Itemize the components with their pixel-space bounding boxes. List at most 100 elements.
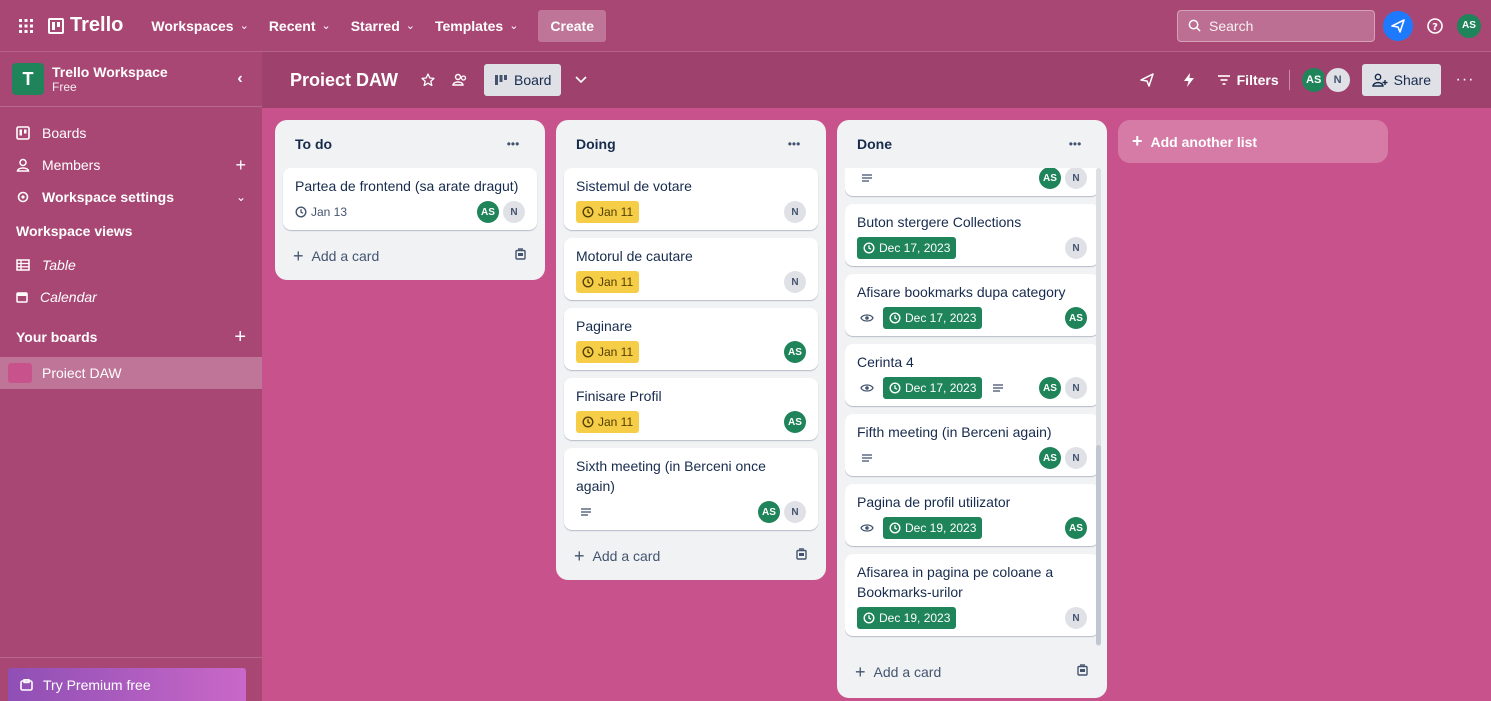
- card[interactable]: Afisare bookmarks dupa category Dec 17, …: [845, 274, 1099, 336]
- card-member-avatar[interactable]: AS: [477, 201, 499, 223]
- chevron-down-icon[interactable]: [567, 66, 595, 94]
- card-member-avatar[interactable]: AS: [784, 341, 806, 363]
- nav-templates[interactable]: Templates ⌄: [427, 12, 526, 40]
- help-icon[interactable]: ?: [1421, 12, 1449, 40]
- sidebar-item-members[interactable]: Members +: [0, 149, 262, 181]
- notifications-icon[interactable]: [1383, 10, 1413, 41]
- card-member-avatar[interactable]: AS: [1065, 307, 1087, 329]
- card-member-avatar[interactable]: N: [1065, 237, 1087, 259]
- card-member-avatar[interactable]: N: [1065, 168, 1087, 189]
- card-member-avatar[interactable]: N: [784, 501, 806, 523]
- card-member-avatar[interactable]: AS: [1039, 377, 1061, 399]
- card[interactable]: AS N: [845, 168, 1099, 196]
- trello-logo[interactable]: Trello: [48, 14, 123, 37]
- nav-recent[interactable]: Recent ⌄: [261, 12, 339, 40]
- sidebar-item-table[interactable]: Table: [0, 249, 262, 281]
- card[interactable]: Sistemul de votare Jan 11 N: [564, 168, 818, 230]
- sidebar-item-calendar[interactable]: Calendar: [0, 281, 262, 313]
- search-box[interactable]: [1177, 9, 1375, 42]
- card-template-icon[interactable]: [514, 248, 527, 264]
- try-premium-button[interactable]: Try Premium free: [8, 668, 246, 701]
- due-date-badge[interactable]: Dec 17, 2023: [883, 377, 983, 399]
- more-options-icon[interactable]: ···: [1451, 66, 1479, 94]
- card-template-icon[interactable]: [795, 548, 808, 564]
- card-member-avatar[interactable]: N: [503, 201, 525, 223]
- due-date-badge[interactable]: Dec 19, 2023: [857, 607, 957, 629]
- list-title[interactable]: Done: [857, 136, 892, 152]
- list-title[interactable]: Doing: [576, 136, 616, 152]
- add-member-icon[interactable]: +: [235, 155, 246, 176]
- board-members[interactable]: AS N: [1299, 66, 1352, 94]
- card[interactable]: Finisare Profil Jan 11 AS: [564, 378, 818, 440]
- star-icon[interactable]: [414, 66, 442, 94]
- collapse-sidebar-icon[interactable]: ‹: [228, 67, 252, 91]
- card[interactable]: Pagina de profil utilizator Dec 19, 2023…: [845, 484, 1099, 546]
- due-date-badge[interactable]: Jan 11: [576, 271, 640, 293]
- due-date-badge[interactable]: Dec 19, 2023: [883, 517, 983, 539]
- due-date-badge[interactable]: Dec 17, 2023: [883, 307, 983, 329]
- user-avatar[interactable]: AS: [1457, 13, 1481, 38]
- card-member-avatar[interactable]: AS: [784, 411, 806, 433]
- card[interactable]: Fifth meeting (in Berceni again) AS N: [845, 414, 1099, 476]
- card-template-icon[interactable]: [1076, 664, 1089, 680]
- due-date-badge[interactable]: Jan 13: [295, 201, 353, 223]
- power-ups-icon[interactable]: [1133, 66, 1161, 94]
- done-card-scroll-area[interactable]: AS N Buton stergere Collections Dec 17, …: [845, 168, 1099, 650]
- board-view-icon: [495, 75, 508, 85]
- card-member-avatar[interactable]: AS: [758, 501, 780, 523]
- share-button[interactable]: Share: [1361, 64, 1441, 96]
- list-menu-icon[interactable]: •••: [499, 130, 527, 158]
- card-member-avatar[interactable]: AS: [1039, 168, 1061, 189]
- chevron-down-icon[interactable]: ⌄: [236, 190, 246, 204]
- member-avatar[interactable]: N: [1323, 66, 1352, 94]
- nav-workspaces[interactable]: Workspaces ⌄: [143, 12, 256, 40]
- sidebar-item-boards[interactable]: Boards: [0, 117, 262, 149]
- sidebar-item-workspace-settings[interactable]: Workspace settings ⌄: [0, 181, 262, 213]
- add-person-icon: [1371, 73, 1388, 87]
- nav-label: Starred: [350, 17, 400, 34]
- chevron-down-icon: ⌄: [405, 20, 415, 32]
- card-member-avatar[interactable]: N: [784, 201, 806, 223]
- add-another-list-button[interactable]: + Add another list: [1118, 120, 1388, 163]
- list-menu-icon[interactable]: •••: [1061, 130, 1089, 158]
- nav-starred[interactable]: Starred ⌄: [343, 12, 423, 40]
- plus-icon: +: [574, 545, 585, 566]
- card-member-avatar[interactable]: N: [1065, 377, 1087, 399]
- card[interactable]: Afisarea in pagina pe coloane a Bookmark…: [845, 554, 1099, 636]
- clock-icon: [582, 206, 594, 218]
- card[interactable]: Paginare Jan 11 AS: [564, 308, 818, 370]
- filters-button[interactable]: Filters: [1217, 72, 1279, 88]
- card-member-avatar[interactable]: AS: [1039, 447, 1061, 469]
- card-member-avatar[interactable]: AS: [1065, 517, 1087, 539]
- card-member-avatar[interactable]: N: [784, 271, 806, 293]
- card[interactable]: Partea de frontend (sa arate dragut) Jan…: [283, 168, 537, 230]
- board-title[interactable]: Proiect DAW: [290, 70, 398, 91]
- add-card-button[interactable]: + Add a card: [564, 538, 818, 574]
- add-card-button[interactable]: + Add a card: [283, 238, 537, 274]
- card[interactable]: Buton stergere Collections Dec 17, 2023 …: [845, 204, 1099, 266]
- due-date-badge[interactable]: Jan 11: [576, 411, 640, 433]
- due-date-badge[interactable]: Jan 11: [576, 341, 640, 363]
- due-date-badge[interactable]: Jan 11: [576, 201, 640, 223]
- card-member-avatar[interactable]: N: [1065, 447, 1087, 469]
- automation-icon[interactable]: [1175, 66, 1203, 94]
- clock-icon: [889, 382, 901, 394]
- search-input[interactable]: [1209, 17, 1359, 34]
- app-switcher-icon[interactable]: [10, 10, 42, 42]
- card[interactable]: Cerinta 4 Dec 17, 2023 AS N: [845, 344, 1099, 406]
- create-button[interactable]: Create: [538, 9, 606, 42]
- list-menu-icon[interactable]: •••: [780, 130, 808, 158]
- card-member-avatar[interactable]: N: [1065, 607, 1087, 629]
- board-view-button[interactable]: Board: [484, 64, 562, 96]
- card-title: Cerinta 4: [857, 354, 914, 370]
- visibility-icon[interactable]: [446, 66, 474, 94]
- sidebar-board-proiect-daw[interactable]: Proiect DAW: [0, 357, 262, 389]
- add-board-icon[interactable]: +: [234, 326, 246, 349]
- add-card-button[interactable]: + Add a card: [845, 654, 1099, 690]
- list-title[interactable]: To do: [295, 136, 332, 152]
- due-date-text: Dec 17, 2023: [879, 241, 951, 255]
- card[interactable]: Motorul de cautare Jan 11 N: [564, 238, 818, 300]
- due-date-badge[interactable]: Dec 17, 2023: [857, 237, 957, 259]
- list-scrollbar-thumb[interactable]: [1096, 445, 1101, 645]
- card[interactable]: Sixth meeting (in Berceni once again) AS…: [564, 448, 818, 530]
